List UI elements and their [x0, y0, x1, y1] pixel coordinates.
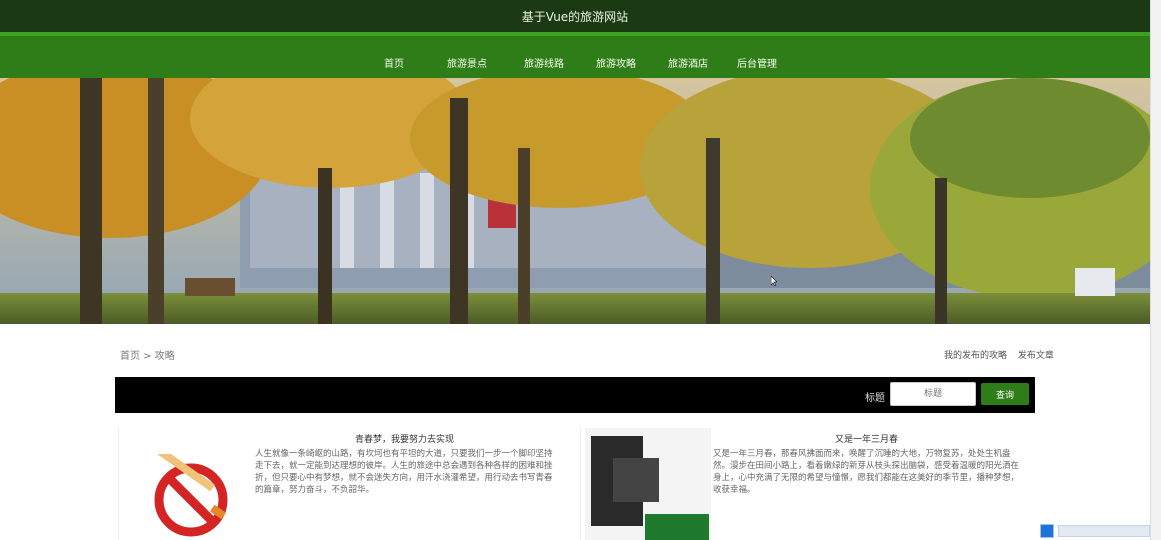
site-header: 基于Vue的旅游网站	[0, 0, 1150, 32]
search-label: 标题	[865, 393, 885, 404]
mouse-cursor-icon	[771, 276, 777, 286]
search-input[interactable]	[890, 382, 976, 406]
no-smoking-image	[153, 454, 228, 537]
hero-banner	[0, 78, 1150, 324]
campus-autumn-image	[0, 78, 1150, 324]
nav-item-attractions[interactable]: 旅游景点	[447, 55, 487, 70]
site-title: 基于Vue的旅游网站	[521, 9, 629, 24]
toolbar-strip[interactable]	[1058, 525, 1150, 537]
window-scrollbar[interactable]	[1150, 0, 1161, 540]
article-excerpt: 人生就像一条崎岖的山路，有坎坷也有平坦的大道，只要我们一步一个脚印坚持走下去，就…	[255, 449, 553, 495]
publish-article-link[interactable]: 发布文章	[1018, 351, 1054, 361]
header-links: 我的发布的攻略 发布文章	[936, 348, 1054, 361]
nav-item-routes[interactable]: 旅游线路	[524, 55, 564, 70]
floating-toolbar	[1040, 522, 1150, 540]
my-articles-link[interactable]: 我的发布的攻略	[944, 351, 1007, 361]
nav-item-admin[interactable]: 后台管理	[737, 55, 777, 70]
nav-item-guides[interactable]: 旅游攻略	[596, 55, 636, 70]
article-card[interactable]: 青春梦，我要努力去实现 人生就像一条崎岖的山路，有坎坷也有平坦的大道，只要我们一…	[118, 426, 571, 540]
article-card[interactable]: 又是一年三月春 又是一年三月春，那春风拂面而来，唤醒了沉睡的大地，万物复苏，处处…	[580, 426, 1033, 540]
article-thumbnail-image	[585, 428, 711, 540]
app-icon[interactable]	[1040, 524, 1054, 538]
article-title[interactable]: 青春梦，我要努力去实现	[355, 432, 454, 445]
nav-item-home[interactable]: 首页	[384, 55, 404, 70]
article-excerpt: 又是一年三月春，那春风拂面而来，唤醒了沉睡的大地，万物复苏，处处生机盎然。漫步在…	[713, 449, 1020, 495]
main-nav: 首页 旅游景点 旅游线路 旅游攻略 旅游酒店 后台管理	[0, 32, 1150, 78]
article-title[interactable]: 又是一年三月春	[835, 432, 898, 445]
search-bar: 标题 查询	[115, 377, 1035, 413]
nav-item-hotels[interactable]: 旅游酒店	[668, 55, 708, 70]
search-button[interactable]: 查询	[981, 383, 1029, 405]
breadcrumb: 首页 > 攻略	[120, 351, 175, 362]
